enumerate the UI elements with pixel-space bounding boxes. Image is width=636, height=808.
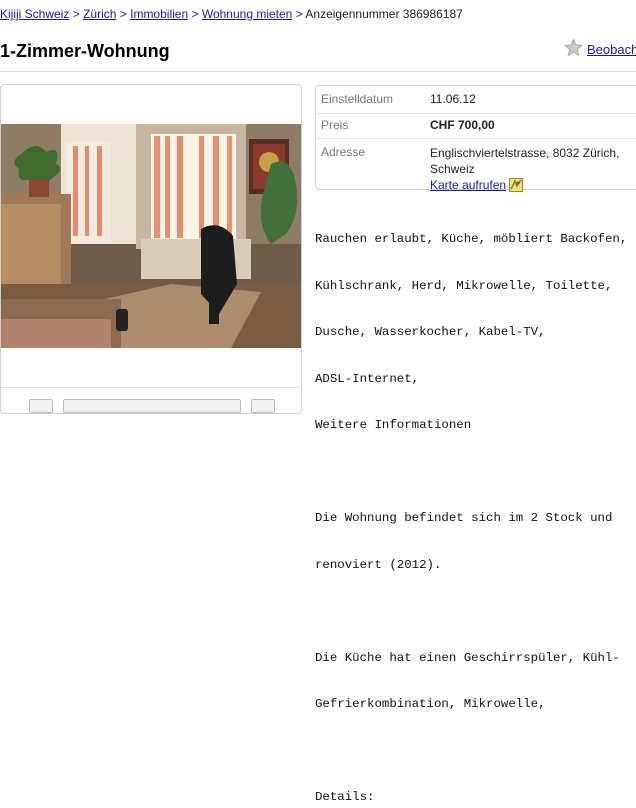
map-link-container: Karte aufrufen (430, 177, 619, 193)
description-line: Rauchen erlaubt, Küche, möbliert Backofe… (315, 232, 628, 246)
breadcrumb-current-ad-number: Anzeigennummer 386986187 (305, 7, 463, 21)
date-label: Einstelldatum (321, 92, 394, 106)
price-label: Preis (321, 118, 349, 132)
description-line (315, 744, 636, 760)
page-title: 1-Zimmer-Wohnung (0, 41, 170, 61)
breadcrumb-link-zurich[interactable]: Zürich (83, 7, 116, 21)
description-line: ADSL-Internet, (315, 371, 420, 386)
header-divider (0, 71, 636, 72)
listing-description: Rauchen erlaubt, Küche, möbliert Backofe… (315, 201, 636, 808)
gallery-prev-button[interactable] (29, 399, 53, 413)
breadcrumb-separator: > (295, 7, 303, 21)
description-line: Die Wohnung befindet sich im 2 Stock und (315, 511, 613, 525)
description-line: Weitere Informationen (315, 418, 472, 432)
map-icon[interactable] (509, 178, 524, 192)
breadcrumb-separator: > (119, 7, 127, 21)
breadcrumb-separator: > (191, 7, 199, 21)
price-value: CHF 700,00 (430, 118, 495, 132)
info-row-date: Einstelldatum 11.06.12 (316, 86, 636, 114)
description-line (315, 604, 636, 620)
info-row-address: Adresse Englischviertelstrasse, 8032 Zür… (316, 139, 636, 193)
star-icon[interactable] (564, 38, 583, 57)
info-row-price: Preis CHF 700,00 (316, 114, 636, 139)
address-line-2: Schweiz (430, 162, 475, 176)
description-line: Dusche, Wasserkocher, Kabel-TV, (315, 325, 546, 339)
address-line-1: Englischviertelstrasse, 8032 Zürich, (430, 146, 620, 160)
breadcrumb-link-immobilien[interactable]: Immobilien (130, 7, 188, 21)
listing-photo[interactable] (1, 124, 301, 348)
breadcrumb-link-kijiji[interactable]: Kijiji Schweiz (0, 7, 69, 21)
description-line: renoviert (2012). (315, 557, 442, 572)
breadcrumb: Kijiji Schweiz > Zürich > Immobilien > W… (0, 7, 463, 21)
gallery-next-button[interactable] (251, 399, 275, 413)
address-label: Adresse (321, 145, 366, 159)
gallery-divider (1, 387, 301, 388)
address-value: Englischviertelstrasse, 8032 Zürich, Sch… (430, 145, 619, 193)
breadcrumb-separator: > (72, 7, 80, 21)
description-line: Details: (315, 790, 375, 804)
description-line: Kühlschrank, Herd, Mikrowelle, Toilette, (315, 278, 613, 293)
description-line: Die Küche hat einen Geschirrspüler, Kühl… (315, 650, 620, 665)
listing-info-table: Einstelldatum 11.06.12 Preis CHF 700,00 … (315, 85, 636, 193)
description-line (315, 465, 636, 481)
gallery-thumbnail-strip[interactable] (63, 399, 241, 413)
description-line: Gefrierkombination, Mikrowelle, (315, 697, 546, 711)
map-link[interactable]: Karte aufrufen (430, 178, 506, 192)
breadcrumb-link-wohnung-mieten[interactable]: Wohnung mieten (202, 7, 293, 21)
watch-link[interactable]: Beobachten (587, 42, 636, 57)
date-value: 11.06.12 (430, 92, 476, 106)
